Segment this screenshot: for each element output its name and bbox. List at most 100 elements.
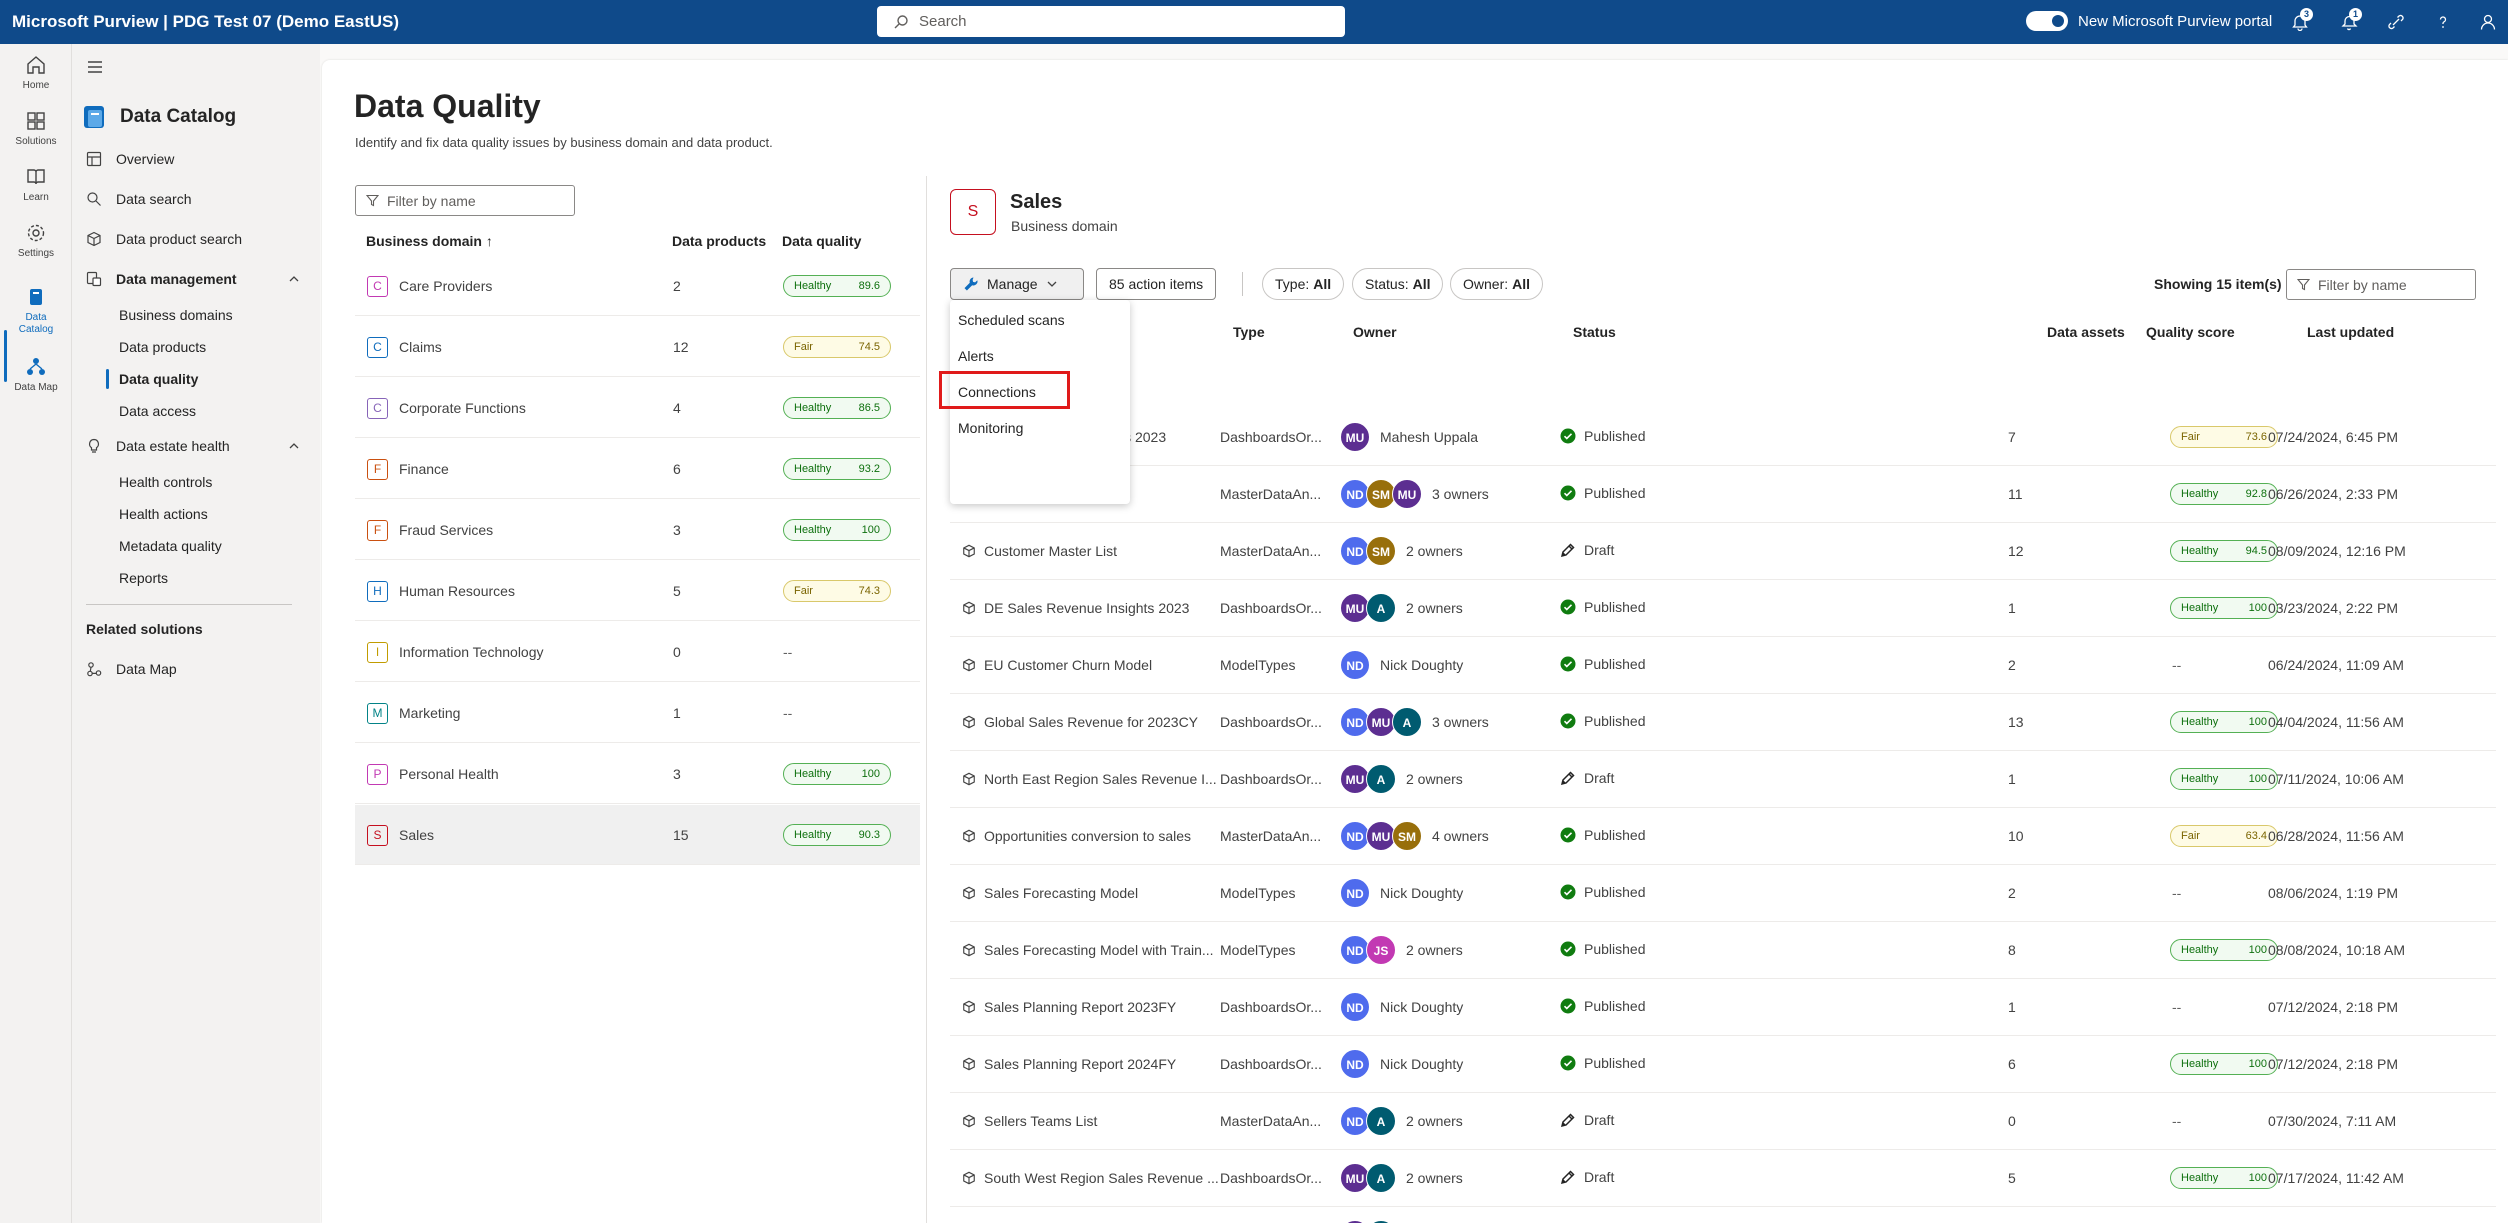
menu-item-scheduled-scans[interactable]: Scheduled scans — [958, 312, 1065, 328]
product-row[interactable]: Opportunities conversion to sales MasterD… — [950, 808, 2496, 865]
help-icon[interactable] — [2429, 8, 2457, 36]
nav-item-metadata-quality[interactable]: Metadata quality — [119, 538, 222, 554]
product-row[interactable]: Sales Planning Report 2024FY DashboardsOr… — [950, 1036, 2496, 1093]
manage-button[interactable]: Manage — [950, 268, 1084, 300]
domain-row[interactable]: C Corporate Functions 4 Healthy 86.5 — [355, 378, 920, 438]
domain-row[interactable]: F Fraud Services 3 Healthy 100 — [355, 500, 920, 560]
column-header-type[interactable]: Type — [1233, 324, 1265, 340]
product-name-cell[interactable]: South West Region Sales Revenue ... — [962, 1170, 1219, 1186]
domain-row[interactable]: C Care Providers 2 Healthy 89.6 — [355, 256, 920, 316]
account-icon[interactable] — [2474, 8, 2502, 36]
quality-status: Healthy — [2181, 716, 2219, 728]
product-row[interactable]: Global Sales Revenue for 2023CY Dashboard… — [950, 694, 2496, 751]
alerts-icon[interactable]: 1 — [2335, 8, 2363, 36]
status-text: Published — [1584, 1055, 1646, 1071]
last-updated: 07/30/2024, 7:11 AM — [2268, 1113, 2397, 1129]
column-header-business-domain[interactable]: Business domain ↑ — [366, 233, 493, 249]
rail-solutions[interactable]: Solutions — [0, 110, 72, 147]
menu-item-monitoring[interactable]: Monitoring — [958, 420, 1023, 436]
hamburger-menu-icon[interactable] — [86, 58, 104, 76]
nav-item-data-access[interactable]: Data access — [119, 403, 196, 419]
column-header-data-quality[interactable]: Data quality — [782, 233, 861, 249]
product-row[interactable]: Sales AccountsMasterDataAn...NDSMMU3 own… — [950, 466, 2496, 523]
product-name-cell[interactable]: Sales Planning Report 2023FY — [962, 999, 1176, 1015]
product-row[interactable]: Sales Forecasting Model with Train... Mod… — [950, 922, 2496, 979]
owner-filter-chip[interactable]: Owner: All — [1450, 268, 1544, 300]
domain-row[interactable]: S Sales 15 Healthy 90.3 — [355, 805, 920, 865]
column-header-data-assets[interactable]: Data assets — [2047, 324, 2125, 340]
product-name: Global Sales Revenue for 2023CY — [984, 714, 1199, 730]
domain-row[interactable]: F Finance 6 Healthy 93.2 — [355, 439, 920, 499]
product-row[interactable]: EU Customer Churn Model ModelTypes ND Nick … — [950, 637, 2496, 694]
product-row[interactable]: South West Region Sales Revenue ... Dashb… — [950, 1150, 2496, 1207]
product-row[interactable]: Customer Master List MasterDataAn... ND SM 2… — [950, 523, 2496, 580]
product-row[interactable]: Sales Revenue Insights 2023DashboardsOr.… — [950, 409, 2496, 466]
rail-label: Learn — [23, 192, 49, 203]
product-row[interactable]: Sellers Teams List MasterDataAn... ND A 2 ow… — [950, 1093, 2496, 1150]
type-filter-chip[interactable]: Type: All — [1262, 268, 1345, 300]
domain-row[interactable]: H Human Resources 5 Fair 74.3 — [355, 561, 920, 621]
product-name-cell[interactable]: Sellers Teams List — [962, 1113, 1097, 1129]
owners-cell: MUA2 owners — [1340, 1163, 1463, 1193]
column-header-status[interactable]: Status — [1573, 324, 1616, 340]
column-header-last-updated[interactable]: Last updated — [2307, 324, 2394, 340]
domain-name: Human Resources — [399, 583, 515, 599]
product-name-cell[interactable]: Global Sales Revenue for 2023CY — [962, 714, 1198, 730]
product-row[interactable]: US Sales Revenue Insights 2023Dashboards… — [950, 1207, 2496, 1223]
domain-row[interactable]: M Marketing 1 -- — [355, 683, 920, 743]
nav-item-label: Data product search — [116, 231, 243, 247]
domain-filter-input[interactable]: Filter by name — [355, 185, 575, 216]
menu-item-alerts[interactable]: Alerts — [958, 348, 994, 364]
product-name-cell[interactable]: North East Region Sales Revenue I... — [962, 771, 1217, 787]
status-filter-chip[interactable]: Status: All — [1352, 268, 1444, 300]
product-name-cell[interactable]: EU Customer Churn Model — [962, 657, 1152, 673]
nav-item-data-product-search[interactable]: Data product search — [86, 225, 308, 253]
nav-item-reports[interactable]: Reports — [119, 570, 168, 586]
rail-settings[interactable]: Settings — [0, 222, 72, 259]
nav-group-data-management[interactable]: Data management — [86, 265, 308, 293]
nav-item-data-quality[interactable]: Data quality — [105, 369, 198, 389]
product-name-cell[interactable]: DE Sales Revenue Insights 2023 — [962, 600, 1189, 616]
product-name-cell[interactable]: Sales Forecasting Model — [962, 885, 1138, 901]
new-portal-toggle[interactable]: New Microsoft Purview portal — [2026, 11, 2272, 31]
product-name: EU Customer Churn Model — [984, 657, 1153, 673]
toggle-switch[interactable] — [2026, 11, 2068, 31]
nav-item-business-domains[interactable]: Business domains — [119, 307, 233, 323]
nav-item-data-products[interactable]: Data products — [119, 339, 206, 355]
nav-group-label: Data estate health — [116, 438, 230, 454]
status-text: Published — [1584, 656, 1646, 672]
product-name-cell[interactable]: Sales Forecasting Model with Train... — [962, 942, 1214, 958]
product-name-cell[interactable]: Opportunities conversion to sales — [962, 828, 1191, 844]
column-header-data-products[interactable]: Data products — [672, 233, 766, 249]
rail-home[interactable]: Home — [0, 54, 72, 91]
rail-data-catalog[interactable]: Data Catalog — [0, 286, 72, 336]
domain-row[interactable]: I Information Technology 0 -- — [355, 622, 920, 682]
product-row[interactable]: DE Sales Revenue Insights 2023 Dashboards… — [950, 580, 2496, 637]
product-name-cell[interactable]: Customer Master List — [962, 543, 1117, 559]
owner-name: Mahesh Uppala — [1380, 429, 1479, 445]
nav-item-health-controls[interactable]: Health controls — [119, 474, 212, 490]
product-row[interactable]: Sales Forecasting Model ModelTypes ND Nick … — [950, 865, 2496, 922]
nav-item-overview[interactable]: Overview — [86, 145, 308, 173]
global-search-input[interactable]: Search — [877, 6, 1345, 37]
nav-item-data-map[interactable]: Data Map — [86, 655, 308, 683]
rail-data-map[interactable]: Data Map — [0, 356, 72, 393]
product-name-cell[interactable]: Sales Planning Report 2024FY — [962, 1056, 1176, 1072]
column-header-owner[interactable]: Owner — [1353, 324, 1397, 340]
product-name: Opportunities conversion to sales — [984, 828, 1191, 844]
nav-item-data-search[interactable]: Data search — [86, 185, 308, 213]
quality-status: Healthy — [2181, 1172, 2219, 1184]
domain-row[interactable]: C Claims 12 Fair 74.5 — [355, 317, 920, 377]
nav-item-health-actions[interactable]: Health actions — [119, 506, 208, 522]
product-row[interactable]: North East Region Sales Revenue I... Dash… — [950, 751, 2496, 808]
domain-row[interactable]: P Personal Health 3 Healthy 100 — [355, 744, 920, 804]
product-row[interactable]: Sales Planning Report 2023FY DashboardsOr… — [950, 979, 2496, 1036]
owners-cell: MUA2 owners — [1340, 764, 1463, 794]
notifications-icon[interactable]: 3 — [2286, 8, 2314, 36]
action-items-button[interactable]: 85 action items — [1096, 268, 1217, 300]
connections-icon[interactable] — [2382, 8, 2410, 36]
rail-learn[interactable]: Learn — [0, 166, 72, 203]
product-filter-input[interactable]: Filter by name — [2286, 269, 2476, 300]
nav-group-data-estate-health[interactable]: Data estate health — [86, 432, 308, 460]
column-header-quality-score[interactable]: Quality score — [2146, 324, 2235, 340]
